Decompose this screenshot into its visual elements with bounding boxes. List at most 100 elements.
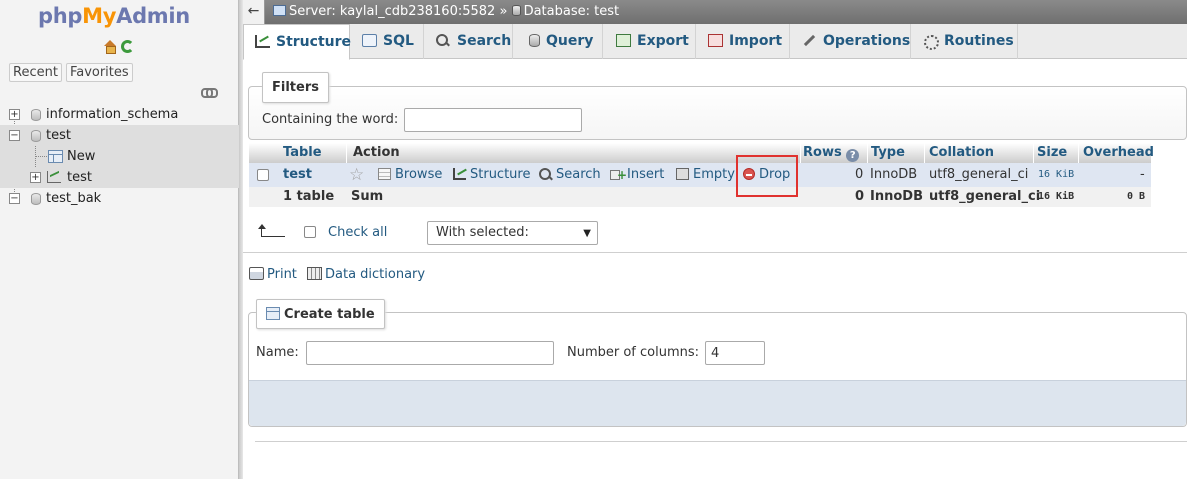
- breadcrumb-server[interactable]: Server: kaylal_cdb238160:5582: [289, 4, 495, 19]
- recent-favorites-buttons: Recent Favorites: [9, 63, 133, 82]
- breadcrumb-database[interactable]: Database: test: [524, 4, 620, 19]
- tree-item-test[interactable]: − test: [0, 125, 239, 146]
- column-header-type[interactable]: Type: [871, 143, 905, 163]
- database-icon: [511, 5, 521, 16]
- sidebar-resizer[interactable]: [239, 0, 243, 479]
- search-icon: [539, 168, 552, 180]
- check-all-label[interactable]: Check all: [328, 225, 387, 240]
- insert-action[interactable]: Insert: [610, 163, 664, 187]
- table-name-input[interactable]: [306, 341, 554, 365]
- expand-icon[interactable]: −: [9, 193, 20, 204]
- phpmyadmin-logo[interactable]: phpMyAdmin: [38, 4, 190, 28]
- top-breadcrumb-bar: ← Server: kaylal_cdb238160:5582 » Databa…: [243, 0, 1187, 24]
- expand-icon[interactable]: +: [9, 109, 20, 120]
- database-icon: [31, 109, 41, 121]
- structure-icon: [255, 35, 270, 48]
- recent-button[interactable]: Recent: [9, 63, 62, 82]
- server-icon: [273, 5, 286, 16]
- import-icon: [708, 34, 723, 47]
- tab-operations[interactable]: Operations: [790, 24, 911, 59]
- summary-size: 16 KiB: [1038, 191, 1075, 202]
- reload-icon[interactable]: [121, 40, 134, 53]
- column-header-action: Action: [353, 145, 400, 160]
- chevron-down-icon: ▼: [583, 228, 591, 239]
- tab-export[interactable]: Export: [603, 24, 696, 59]
- print-link[interactable]: Print: [249, 267, 297, 282]
- tab-import[interactable]: Import: [696, 24, 790, 59]
- table-name-link[interactable]: test: [283, 163, 312, 187]
- summary-collation: utf8_general_ci: [929, 189, 1041, 204]
- filter-label: Containing the word:: [262, 112, 399, 127]
- tab-structure[interactable]: Structure: [243, 24, 351, 60]
- link-with-main-panel-icon[interactable]: [201, 88, 218, 98]
- print-icon: [249, 267, 264, 280]
- column-header-collation[interactable]: Collation: [929, 143, 994, 163]
- tree-item-test-bak[interactable]: − test_bak: [0, 188, 239, 209]
- help-icon[interactable]: ?: [846, 149, 860, 162]
- columns-label: Number of columns:: [567, 345, 700, 360]
- database-icon: [31, 193, 41, 205]
- tab-query[interactable]: Query: [513, 24, 603, 59]
- export-icon: [616, 34, 631, 47]
- breadcrumb: Server: kaylal_cdb238160:5582 » Database…: [273, 4, 619, 19]
- filter-input[interactable]: [404, 108, 582, 132]
- column-header-table[interactable]: Table: [283, 143, 322, 163]
- collapse-sidebar-button[interactable]: ←: [243, 0, 265, 24]
- summary-type: InnoDB: [870, 189, 923, 204]
- favorite-star[interactable]: [349, 163, 368, 187]
- tree-item-information-schema[interactable]: + information_schema: [0, 104, 239, 125]
- column-separator: [924, 143, 925, 163]
- favorites-button[interactable]: Favorites: [65, 63, 133, 82]
- expand-icon[interactable]: +: [30, 172, 41, 183]
- data-dictionary-link[interactable]: Data dictionary: [307, 267, 425, 282]
- column-separator: [346, 143, 347, 163]
- table-name-label: Name:: [256, 345, 299, 360]
- summary-overhead: 0 B: [1127, 191, 1146, 202]
- tree-item-new-table[interactable]: New: [0, 146, 239, 177]
- tree-item-label[interactable]: information_schema: [46, 104, 178, 125]
- column-separator: [1033, 143, 1034, 163]
- sidebar-quick-icons: [103, 40, 134, 54]
- data-dictionary-icon: [307, 267, 322, 280]
- with-selected-dropdown[interactable]: With selected: ▼: [427, 221, 598, 245]
- summary-label: Sum: [351, 189, 384, 204]
- empty-icon: [676, 168, 689, 180]
- row-overhead: -: [1140, 167, 1145, 182]
- tree-item-label[interactable]: test: [46, 125, 71, 146]
- drop-highlight-box: [736, 155, 798, 197]
- breadcrumb-separator: »: [499, 4, 508, 19]
- column-header-rows[interactable]: Rows ?: [803, 143, 860, 163]
- search-action[interactable]: Search: [539, 163, 601, 187]
- insert-icon: [610, 163, 627, 187]
- tab-sql[interactable]: SQL: [350, 24, 424, 59]
- create-table-legend: Create table: [256, 299, 385, 329]
- structure-action[interactable]: Structure: [453, 163, 530, 187]
- column-header-size[interactable]: Size: [1037, 143, 1067, 163]
- tree-item-label[interactable]: test_bak: [46, 188, 101, 209]
- row-checkbox[interactable]: [257, 169, 269, 181]
- row-collation: utf8_general_ci: [929, 167, 1029, 182]
- check-all-checkbox[interactable]: [304, 226, 316, 238]
- column-separator: [1078, 143, 1079, 163]
- column-separator: [800, 143, 801, 163]
- table-summary-row: 1 table Sum 0 InnoDB utf8_general_ci 16 …: [249, 187, 1151, 207]
- collapse-icon[interactable]: −: [9, 130, 20, 141]
- divider: [243, 252, 1187, 253]
- tree-connector: [35, 156, 47, 157]
- row-size[interactable]: 16 KiB: [1038, 163, 1074, 187]
- browse-action[interactable]: Browse: [378, 163, 442, 187]
- query-icon: [529, 34, 540, 47]
- columns-input[interactable]: [705, 341, 765, 365]
- tab-routines[interactable]: Routines: [911, 24, 1018, 59]
- column-header-overhead[interactable]: Overhead: [1083, 143, 1154, 163]
- tree-item-label[interactable]: New: [67, 146, 95, 167]
- home-icon[interactable]: [103, 40, 117, 54]
- tab-search[interactable]: Search: [424, 24, 513, 59]
- tree-item-label[interactable]: test: [67, 167, 92, 188]
- table-icon: [47, 171, 61, 183]
- with-selected-value: With selected:: [436, 225, 529, 240]
- column-separator: [867, 143, 868, 163]
- navigation-sidebar: phpMyAdmin Recent Favorites + informatio…: [0, 0, 239, 479]
- tree-item-test-table[interactable]: + test: [0, 167, 239, 188]
- empty-action[interactable]: Empty: [676, 163, 735, 187]
